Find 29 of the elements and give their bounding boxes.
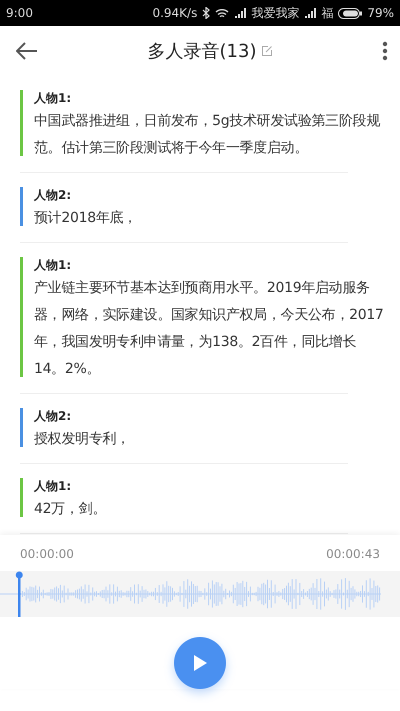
- carrier-name: 福: [321, 4, 334, 22]
- total-time: 00:00:43: [326, 547, 380, 561]
- wifi-icon: [215, 8, 230, 18]
- carrier-name: 我爱我家: [251, 4, 300, 22]
- speaker-name: 人物1:: [34, 90, 72, 107]
- transcript-text: 预计2018年底，: [34, 209, 138, 228]
- signal-icon: [304, 8, 316, 18]
- play-button[interactable]: [174, 637, 226, 689]
- battery-icon: [338, 8, 362, 18]
- bluetooth-icon: [202, 7, 210, 19]
- transcript-text: 42万，剑。: [34, 500, 108, 519]
- edit-icon[interactable]: [262, 46, 272, 56]
- transcript-text: 授权发明专利，: [34, 430, 131, 449]
- current-time: 00:00:00: [20, 547, 74, 561]
- speaker-name: 人物2:: [34, 408, 72, 425]
- play-icon: [192, 654, 208, 672]
- page-title: 多人录音(13): [148, 40, 256, 63]
- back-arrow-icon[interactable]: [16, 42, 38, 60]
- playhead-handle[interactable]: [16, 572, 23, 617]
- more-menu-icon[interactable]: [382, 41, 388, 61]
- speaker-name: 人物1:: [34, 257, 72, 274]
- transcript-text: 产业链主要环节基本达到预商用水平。2019年启动服务器，网络，实际建设。国家知识产权局，今天公布，2017年，我国发明专利申请量，为138。2百件，同比增长14。2%。: [34, 279, 385, 379]
- speaker-name: 人物2:: [34, 187, 72, 204]
- speaker-name: 人物1:: [34, 478, 72, 495]
- network-speed: 0.94K/s: [152, 6, 198, 20]
- signal-icon: [234, 8, 246, 18]
- status-time: 9:00: [6, 6, 33, 20]
- battery-level: 79%: [367, 6, 394, 20]
- transcript-text: 中国武器推进组，日前发布，5g技术研发试验第三阶段规范。估计第三阶段测试将于今年一季度启动。: [34, 112, 382, 158]
